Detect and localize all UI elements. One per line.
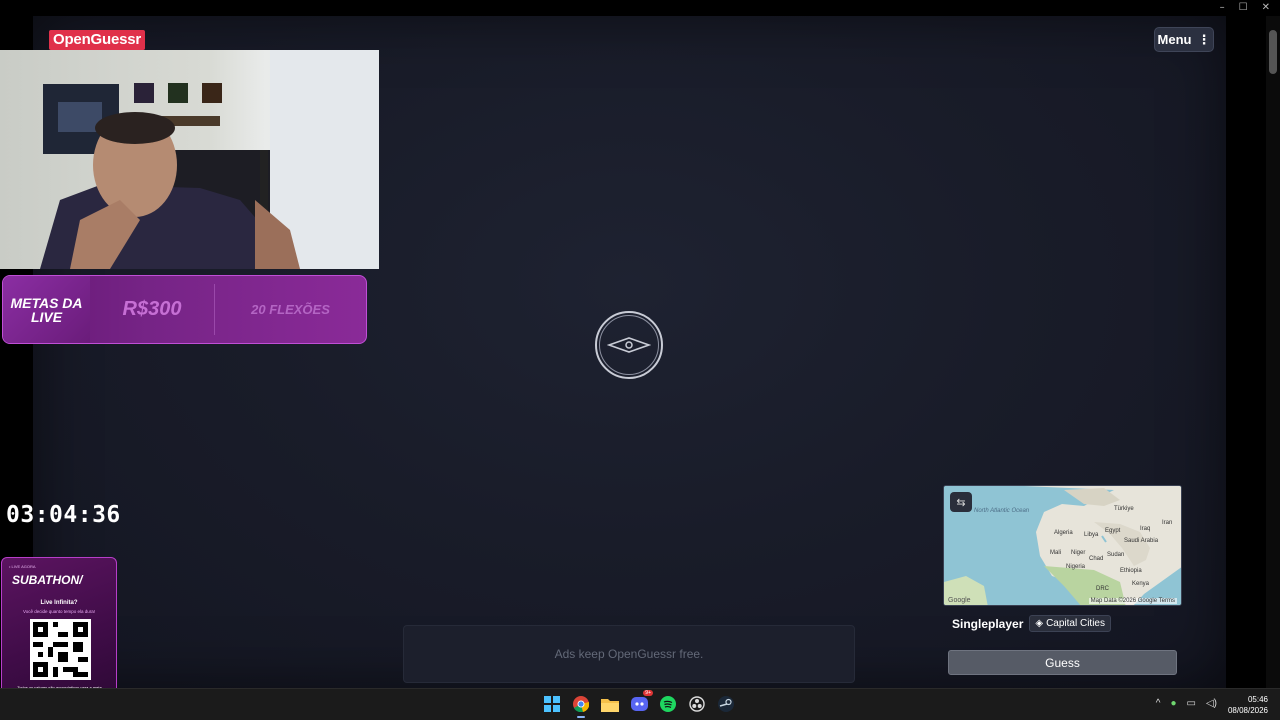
kebab-icon: ⋮ [1197,31,1211,47]
map-label: Libya [1084,532,1099,538]
map-label: Algeria [1054,530,1073,536]
openguessr-logo[interactable]: OpenGuessr [49,30,146,50]
discord-badge: 9+ [643,690,653,696]
microphone-icon[interactable]: ● [1170,698,1176,709]
scrollbar-thumb[interactable] [1269,30,1277,74]
windows-taskbar: 9+ ^ ● ▭ ◁) 05:46 08/08/2026 [0,688,1280,720]
minimize-button[interactable]: – [1220,2,1225,13]
menu-label: Menu [1157,32,1192,47]
map-label: Iran [1162,520,1173,526]
goals-reward: 20 FLEXÕES [251,301,330,317]
page-scrollbar[interactable] [1266,16,1280,688]
map-settings-icon[interactable]: ⇆ [950,492,972,512]
map-label: Mali [1050,550,1062,556]
subathon-title: SUBATHON/ [12,573,83,587]
maximize-button[interactable]: ☐ [1239,2,1248,13]
loading-compass-icon [595,311,663,379]
layers-icon: ◈ [1035,618,1044,629]
game-mode-row: Singleplayer ◈ Capital Cities [952,615,1111,632]
system-tray: ^ ● ▭ ◁) [1156,698,1217,709]
clock-date: 08/08/2026 [1227,706,1268,715]
file-explorer-icon[interactable] [599,693,621,715]
live-goals-panel: METAS DA LIVE R$300 20 FLEXÕES [2,275,367,344]
chevron-up-icon[interactable]: ^ [1156,698,1161,709]
map-label: Chad [1089,556,1104,562]
spotify-icon[interactable] [657,693,679,715]
map-mode-badge[interactable]: ◈ Capital Cities [1029,615,1111,632]
taskbar-clock[interactable]: 05:46 08/08/2026 [1228,694,1268,716]
webcam-overlay [0,50,379,269]
guess-button[interactable]: Guess [948,650,1177,675]
obs-icon[interactable] [686,693,708,715]
ad-banner: Ads keep OpenGuessr free. [403,625,855,683]
map-label: Türkiye [1114,506,1134,512]
map-label: Ethiopia [1120,568,1142,574]
goals-value: R$300 [90,284,215,335]
subathon-question: Live Infinita? [40,600,78,606]
clock-time: 05:46 [1247,695,1268,704]
map-label-ocean: North Atlantic Ocean [974,508,1030,514]
map-mode-label: Capital Cities [1046,618,1105,629]
ad-text: Ads keep OpenGuessr free. [554,647,704,661]
map-label: DRC [1096,586,1109,592]
live-indicator: • LIVE AGORA [9,564,36,569]
map-label: Niger [1071,550,1086,556]
windows-start-icon[interactable] [541,693,563,715]
map-logo: Google [948,597,971,604]
network-icon[interactable]: ▭ [1187,698,1196,709]
map-label: Iraq [1140,526,1151,532]
qr-code-icon [30,619,91,680]
volume-icon[interactable]: ◁) [1206,698,1217,709]
menu-button[interactable]: Menu ⋮ [1154,27,1214,52]
goals-title: METAS DA LIVE [3,276,90,343]
chrome-icon[interactable] [570,693,592,718]
subathon-description: Você decide quanto tempo ela dura! [22,609,96,614]
discord-icon[interactable]: 9+ [628,690,653,715]
map-credit[interactable]: Map Data ©2026 Google Terms [1088,598,1177,604]
map-label: Kenya [1132,581,1150,587]
steam-icon[interactable] [715,693,737,715]
map-label: Sudan [1107,552,1125,558]
window-controls: – ☐ ✕ [1220,2,1270,13]
map-label: Nigeria [1066,564,1086,570]
stream-timer: 03:04:36 [6,502,121,528]
guess-minimap[interactable]: North Atlantic Ocean Türkiye Iraq Iran A… [943,485,1182,606]
close-button[interactable]: ✕ [1262,2,1270,13]
map-label: Saudi Arabia [1124,538,1159,544]
mode-label: Singleplayer [952,616,1024,631]
map-label: Egypt [1105,528,1121,534]
